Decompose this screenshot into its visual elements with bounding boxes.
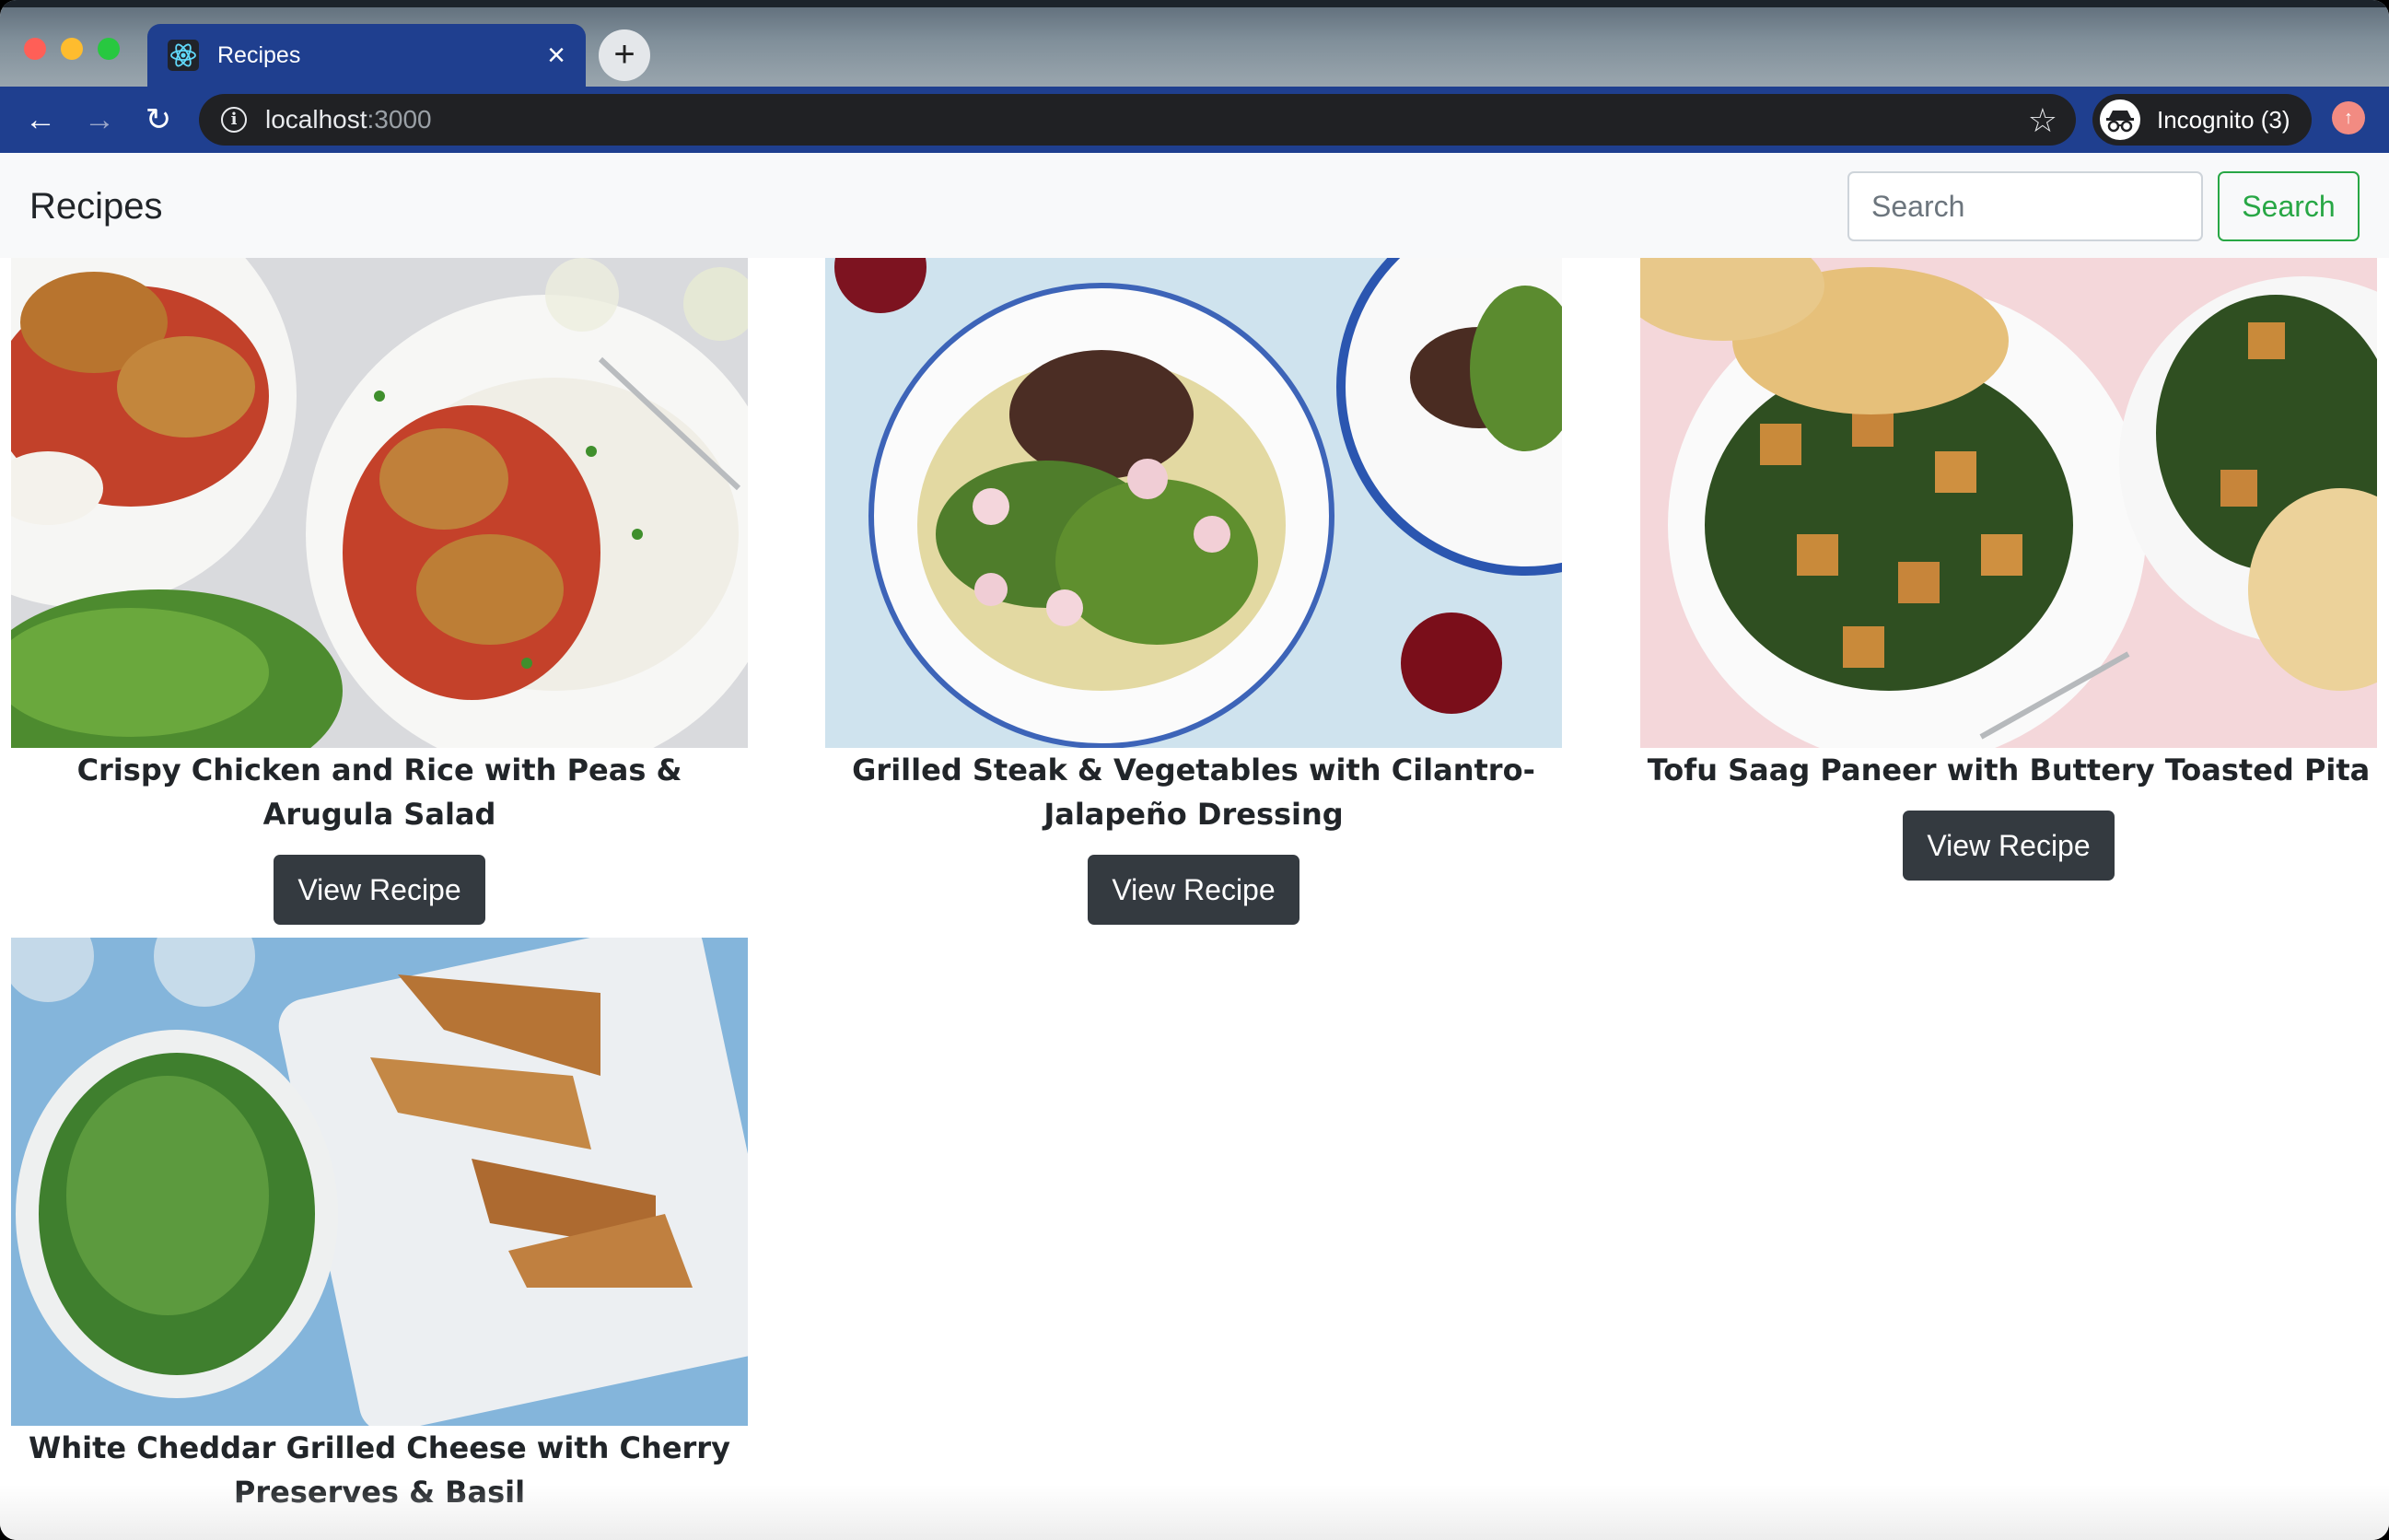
app-navbar: Recipes Search [0,153,2389,258]
scroll-fade [0,1485,2389,1540]
recipe-card: Tofu Saag Paneer with Buttery Toasted Pi… [1640,258,2377,881]
incognito-label: Incognito (3) [2157,105,2290,134]
url-host: localhost [265,105,367,134]
close-tab-icon[interactable]: × [547,40,565,71]
recipe-card: Crispy Chicken and Rice with Peas & Arug… [11,258,748,925]
forward-arrow-icon[interactable]: → [79,99,120,140]
recipe-image-grilled-steak [825,258,1562,748]
incognito-profile-button[interactable]: Incognito (3) [2092,94,2312,146]
recipe-image-tofu-saag [1640,258,2377,748]
minimize-window-button[interactable] [61,38,83,60]
site-info-icon[interactable]: i [221,107,247,133]
search-input[interactable] [1847,171,2203,241]
new-tab-button[interactable]: + [599,29,650,81]
close-window-button[interactable] [24,38,46,60]
tab-title: Recipes [217,41,301,68]
recipe-title: Tofu Saag Paneer with Buttery Toasted Pi… [1647,752,2371,788]
recipe-card: White Cheddar Grilled Cheese with Cherry… [11,938,748,1514]
update-icon[interactable]: ↑ [2332,101,2365,134]
address-bar[interactable]: i localhost:3000 ☆ [199,94,2076,146]
incognito-icon [2100,99,2140,140]
browser-toolbar: ← → ↻ i localhost:3000 ☆ Incognito (3) ↑ [0,87,2389,153]
recipe-image-grilled-cheese [11,938,748,1426]
view-recipe-button[interactable]: View Recipe [274,855,485,925]
recipe-card: Grilled Steak & Vegetables with Cilantro… [825,258,1562,925]
search-button[interactable]: Search [2218,171,2360,241]
maximize-window-button[interactable] [98,38,120,60]
recipe-title: Grilled Steak & Vegetables with Cilantro… [852,752,1535,832]
navbar-brand[interactable]: Recipes [29,186,163,228]
view-recipe-button[interactable]: View Recipe [1088,855,1299,925]
react-favicon-icon [168,40,199,71]
page-content: Recipes Search Search Crispy Chicken and… [0,153,2389,1540]
url-port: :3000 [367,105,432,134]
tab-recipes[interactable]: Recipes × [147,24,586,87]
browser-window: Recipes × + ← → ↻ i localhost:3000 ☆ In… [0,0,2389,1540]
recipe-image-chicken-rice [11,258,748,748]
view-recipe-button[interactable]: View Recipe [1903,811,2115,881]
back-arrow-icon[interactable]: ← [20,99,61,140]
bookmark-star-icon[interactable]: ☆ [2028,101,2057,140]
recipe-title: Crispy Chicken and Rice with Peas & Arug… [76,752,682,832]
tab-strip: Recipes × + [0,0,2389,87]
reload-icon[interactable]: ↻ [138,99,179,140]
